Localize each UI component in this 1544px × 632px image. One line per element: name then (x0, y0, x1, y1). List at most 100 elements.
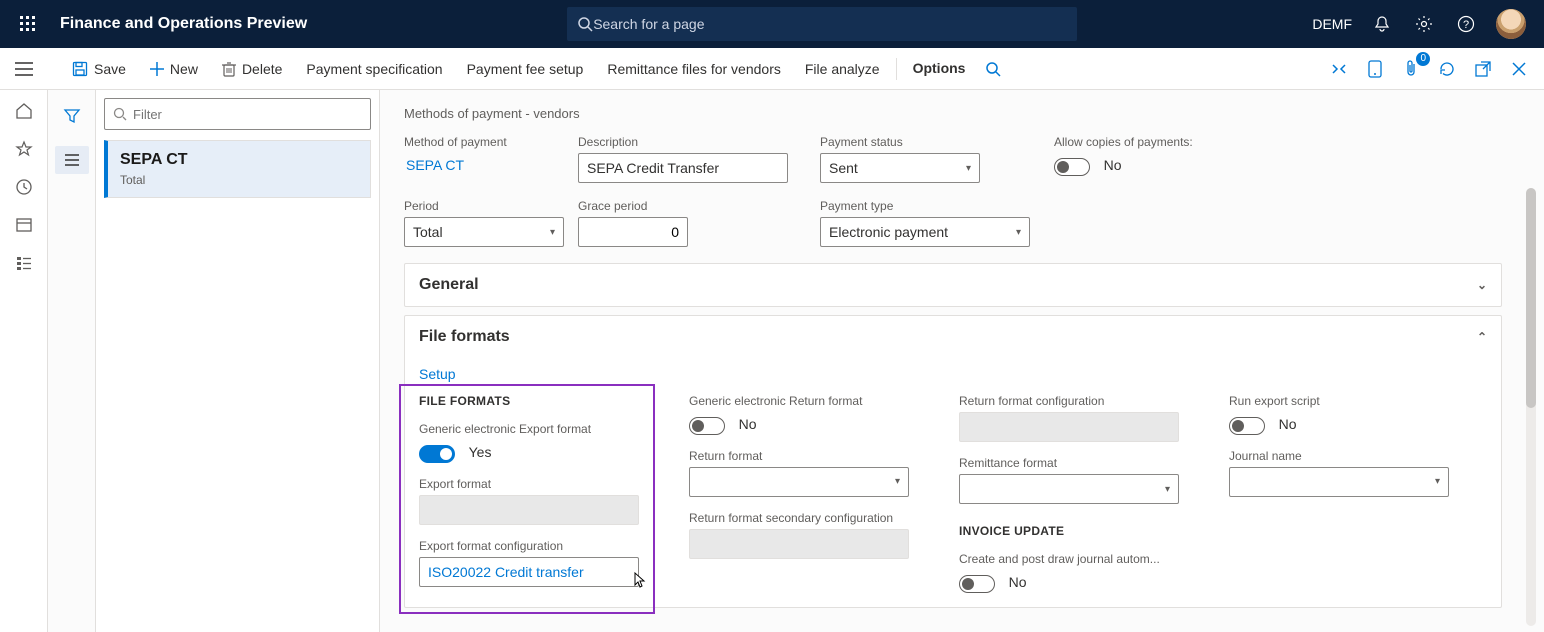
return-format-label: Return format (689, 449, 929, 463)
general-panel-header[interactable]: General ⌄ (405, 264, 1501, 306)
new-button[interactable]: New (138, 48, 210, 89)
create-post-toggle[interactable] (959, 575, 995, 593)
search-icon (113, 107, 127, 121)
global-search[interactable] (567, 7, 1077, 41)
filter-text[interactable] (133, 107, 362, 122)
workspaces-icon[interactable] (15, 216, 33, 234)
notifications-icon[interactable] (1370, 12, 1394, 36)
app-launcher-icon[interactable] (8, 4, 48, 44)
description-input[interactable]: SEPA Credit Transfer (578, 153, 788, 183)
allow-copies-toggle[interactable] (1054, 158, 1090, 176)
return-secondary-label: Return format secondary configuration (689, 511, 929, 525)
header-right: DEMF ? (1312, 9, 1536, 39)
search-icon (577, 16, 593, 32)
grace-period-input[interactable] (578, 217, 688, 247)
list-view-icon[interactable] (55, 146, 89, 174)
settings-icon[interactable] (1412, 12, 1436, 36)
svg-text:?: ? (1463, 19, 1469, 31)
action-bar-right: 0 (1328, 58, 1544, 80)
return-format-select[interactable]: ▾ (689, 467, 909, 497)
trash-icon (222, 61, 236, 77)
journal-select[interactable]: ▾ (1229, 467, 1449, 497)
payment-type-select[interactable]: Electronic payment▾ (820, 217, 1030, 247)
run-export-label: Run export script (1229, 394, 1469, 408)
chevron-down-icon: ▾ (966, 163, 971, 174)
device-icon[interactable] (1364, 58, 1386, 80)
nav-toggle-icon[interactable] (0, 48, 48, 90)
attachments-icon[interactable]: 0 (1400, 58, 1422, 80)
remittance-select[interactable]: ▾ (959, 474, 1179, 504)
return-secondary-input[interactable] (689, 529, 909, 559)
invoice-update-title: INVOICE UPDATE (959, 524, 1199, 538)
action-bar: Save New Delete Payment specification Pa… (0, 48, 1544, 90)
remittance-label: Remittance format (959, 456, 1199, 470)
chevron-down-icon: ▾ (895, 476, 900, 487)
scrollbar-thumb[interactable] (1526, 188, 1536, 408)
vertical-scrollbar[interactable] (1524, 188, 1538, 626)
favorites-icon[interactable] (15, 140, 33, 158)
attachments-count: 0 (1416, 52, 1430, 66)
modules-icon[interactable] (15, 254, 33, 272)
run-export-toggle[interactable] (1229, 417, 1265, 435)
generic-return-value: No (739, 416, 757, 432)
delete-button[interactable]: Delete (210, 48, 294, 89)
list-panel: SEPA CT Total (96, 90, 380, 632)
company-label[interactable]: DEMF (1312, 16, 1352, 32)
file-analyze-menu[interactable]: File analyze (793, 48, 892, 89)
close-icon[interactable] (1508, 58, 1530, 80)
home-icon[interactable] (15, 102, 33, 120)
file-formats-panel-header[interactable]: File formats ⌃ (405, 316, 1501, 358)
nav-panel (48, 90, 96, 632)
allow-copies-label: Allow copies of payments: (1054, 135, 1193, 149)
top-header: Finance and Operations Preview DEMF ? (0, 0, 1544, 48)
chevron-down-icon: ▾ (1016, 227, 1021, 238)
general-panel: General ⌄ (404, 263, 1502, 307)
save-button[interactable]: Save (60, 48, 138, 89)
create-post-label: Create and post draw journal autom... (959, 552, 1199, 566)
list-item[interactable]: SEPA CT Total (104, 140, 371, 198)
payment-specification-menu[interactable]: Payment specification (294, 48, 454, 89)
period-label: Period (404, 199, 564, 213)
filter-input[interactable] (104, 98, 371, 130)
refresh-icon[interactable] (1436, 58, 1458, 80)
remittance-files-menu[interactable]: Remittance files for vendors (595, 48, 793, 89)
create-post-value: No (1009, 574, 1027, 590)
help-icon[interactable]: ? (1454, 12, 1478, 36)
global-search-input[interactable] (593, 16, 1067, 32)
method-of-payment-value[interactable]: SEPA CT (404, 153, 564, 177)
payment-fee-setup-menu[interactable]: Payment fee setup (455, 48, 596, 89)
find-button[interactable] (977, 48, 1009, 89)
save-icon (72, 61, 88, 77)
popout-icon[interactable] (1472, 58, 1494, 80)
recent-icon[interactable] (15, 178, 33, 196)
link-icon[interactable] (1328, 58, 1350, 80)
return-config-label: Return format configuration (959, 394, 1199, 408)
description-label: Description (578, 135, 788, 149)
generic-export-toggle[interactable] (419, 445, 455, 463)
return-config-input[interactable] (959, 412, 1179, 442)
new-label: New (170, 61, 198, 77)
main-content: Methods of payment - vendors Method of p… (380, 90, 1544, 632)
save-label: Save (94, 61, 126, 77)
payment-status-select[interactable]: Sent▾ (820, 153, 980, 183)
plus-icon (150, 62, 164, 76)
export-config-input[interactable]: ISO20022 Credit transfer (419, 557, 639, 587)
cursor-icon (631, 571, 649, 591)
user-avatar[interactable] (1496, 9, 1526, 39)
chevron-down-icon: ▾ (1435, 476, 1440, 487)
grace-period-label: Grace period (578, 199, 688, 213)
page-title: Methods of payment - vendors (404, 106, 1514, 121)
chevron-down-icon: ▾ (550, 227, 555, 238)
delete-label: Delete (242, 61, 282, 77)
period-select[interactable]: Total▾ (404, 217, 564, 247)
export-config-label: Export format configuration (419, 539, 659, 553)
payment-type-label: Payment type (820, 199, 1030, 213)
payment-status-label: Payment status (820, 135, 980, 149)
list-item-subtitle: Total (120, 173, 358, 187)
funnel-icon[interactable] (55, 102, 89, 130)
chevron-down-icon: ▾ (1165, 484, 1170, 495)
search-icon (985, 61, 1001, 77)
chevron-down-icon: ⌄ (1477, 278, 1487, 292)
generic-return-toggle[interactable] (689, 417, 725, 435)
options-menu[interactable]: Options (901, 48, 978, 89)
